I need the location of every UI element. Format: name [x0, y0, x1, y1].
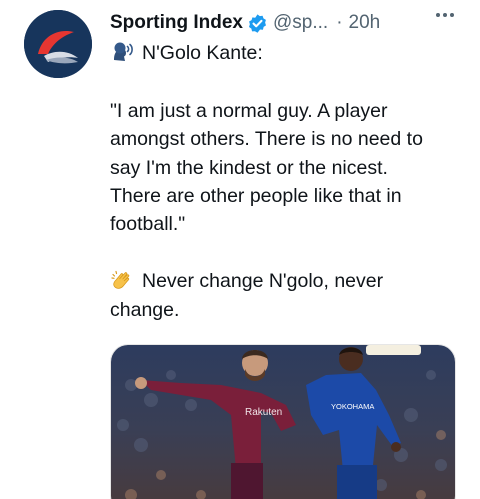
right-shirt-sponsor: YOKOHAMA	[331, 402, 374, 411]
quote-line: football."	[110, 213, 186, 235]
separator-dot: ·	[336, 12, 343, 33]
timestamp[interactable]: 20h	[349, 12, 381, 34]
clapping-hands-emoji-icon	[111, 270, 130, 289]
speaking-head-emoji-icon	[114, 42, 133, 61]
tweet-intro-text: N'Golo Kante:	[142, 42, 263, 64]
quote-line: There are other people like that in	[110, 185, 402, 207]
tweet-header: Sporting Index @sp... · 20h	[110, 8, 466, 38]
quote-line: "I am just a normal guy. A player	[110, 100, 388, 122]
sporting-index-logo-icon	[24, 10, 92, 78]
more-options-icon[interactable]	[432, 4, 458, 26]
quote-line: say I'm the kindest or the nicest.	[110, 157, 388, 179]
avatar[interactable]	[24, 10, 92, 78]
display-name[interactable]: Sporting Index	[110, 12, 243, 34]
tweet-intro: N'Golo Kante:	[110, 40, 263, 67]
quote-line: amongst others. There is no need to	[110, 128, 423, 150]
tweet-outro: Never change N'golo, never	[110, 268, 383, 295]
football-photo: Rakuten YOKOHAMA	[111, 345, 455, 499]
tweet-outro-line: change.	[110, 299, 180, 321]
tweet-photo[interactable]: Rakuten YOKOHAMA	[110, 344, 456, 499]
tweet: Sporting Index @sp... · 20h N'Golo Kante…	[0, 0, 480, 499]
tweet-outro-text: Never change N'golo, never	[142, 270, 384, 292]
left-shirt-sponsor: Rakuten	[245, 407, 282, 418]
account-handle[interactable]: @sp...	[273, 12, 328, 34]
verified-badge-icon	[249, 13, 266, 33]
